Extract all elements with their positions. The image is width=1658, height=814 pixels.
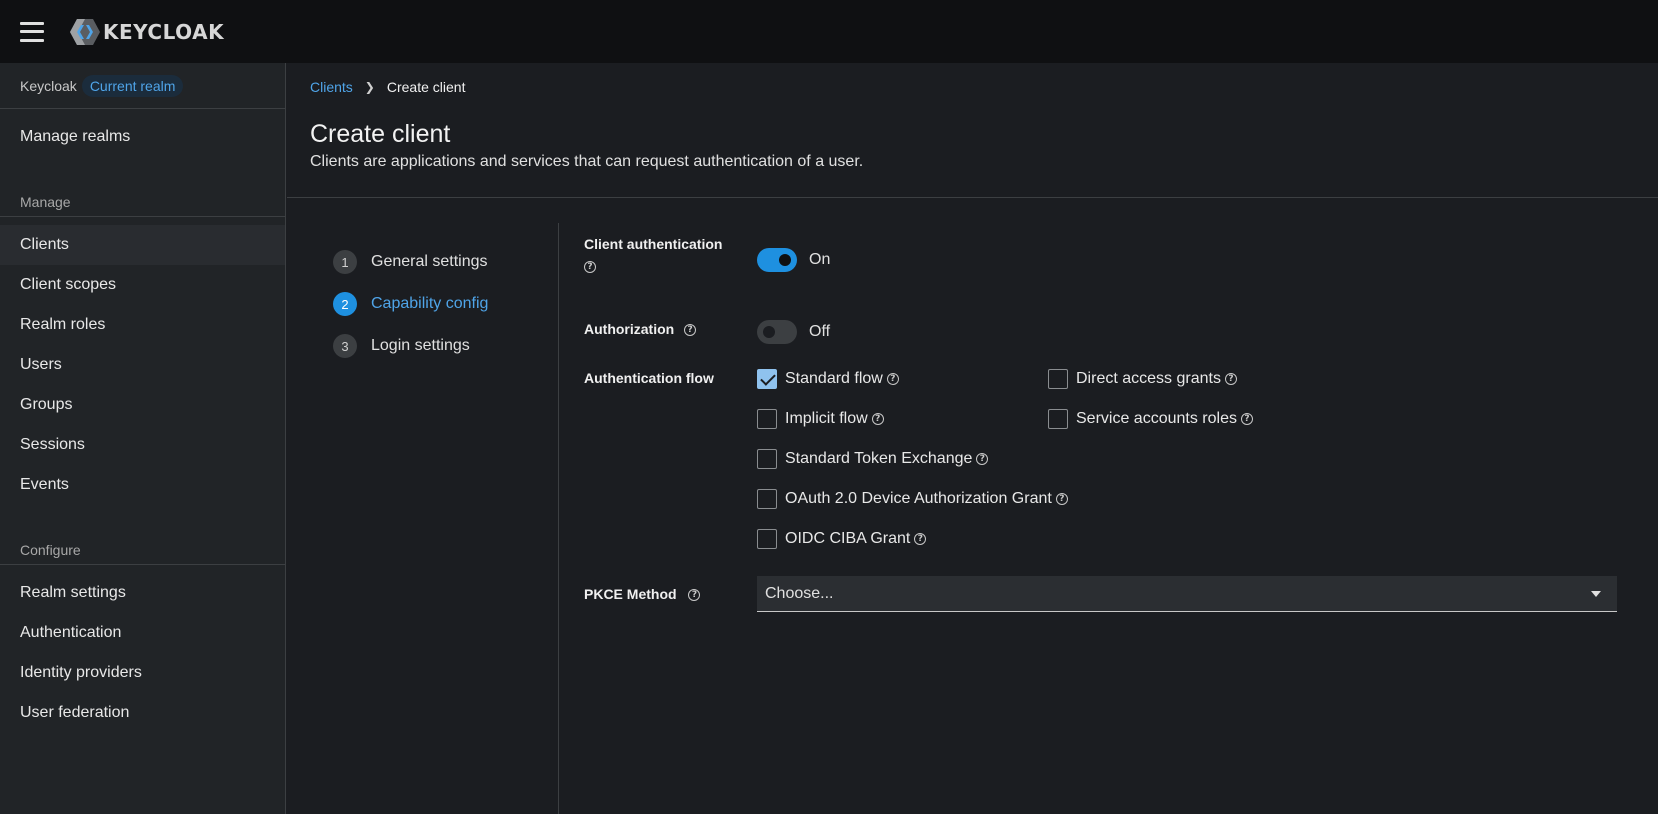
keycloak-logo[interactable]: KEYCLOAK xyxy=(69,18,224,46)
wizard-step-capability-config[interactable]: 2 Capability config xyxy=(333,283,488,325)
caret-down-icon xyxy=(1591,590,1601,597)
help-icon[interactable]: ? xyxy=(914,533,927,545)
main-content: Clients ❯ Create client Create client Cl… xyxy=(287,63,1658,814)
menu-bar xyxy=(20,30,44,33)
oidc-ciba-grant-checkbox[interactable] xyxy=(757,529,777,549)
help-icon[interactable]: ? xyxy=(684,324,697,337)
implicit-flow-label: Implicit flow xyxy=(785,410,868,427)
step-number: 1 xyxy=(333,250,357,274)
service-accounts-roles-option: Service accounts roles ? xyxy=(1048,409,1253,429)
pkce-method-label: PKCE Method ? xyxy=(584,586,701,602)
sidebar-item-client-scopes[interactable]: Client scopes xyxy=(0,265,285,305)
help-icon[interactable]: ? xyxy=(886,373,899,385)
implicit-flow-checkbox[interactable] xyxy=(757,409,777,429)
pkce-method-select[interactable]: Choose... xyxy=(757,576,1617,612)
sidebar-item-user-federation[interactable]: User federation xyxy=(0,693,285,733)
device-authorization-grant-label: OAuth 2.0 Device Authorization Grant xyxy=(785,490,1052,507)
client-authentication-toggle[interactable] xyxy=(757,248,797,272)
help-icon[interactable]: ? xyxy=(1240,413,1253,425)
direct-access-grants-option: Direct access grants ? xyxy=(1048,369,1237,389)
step-number: 3 xyxy=(333,334,357,358)
sidebar-section-configure: Configure xyxy=(0,535,285,565)
help-icon[interactable]: ? xyxy=(1224,373,1237,385)
help-icon[interactable]: ? xyxy=(1055,493,1068,505)
wizard-step-login-settings[interactable]: 3 Login settings xyxy=(333,325,488,367)
oidc-ciba-grant-label: OIDC CIBA Grant xyxy=(785,530,911,547)
authorization-label: Authorization ? xyxy=(584,321,697,337)
sidebar: Keycloak Current realm Manage realms Man… xyxy=(0,63,286,814)
chevron-right-icon: ❯ xyxy=(364,80,375,94)
service-accounts-roles-label: Service accounts roles xyxy=(1076,410,1237,427)
device-authorization-grant-checkbox[interactable] xyxy=(757,489,777,509)
standard-flow-option: Standard flow ? xyxy=(757,369,899,389)
menu-bar xyxy=(20,38,44,42)
step-number: 2 xyxy=(333,292,357,316)
standard-token-exchange-option: Standard Token Exchange ? xyxy=(757,449,989,469)
sidebar-item-realm-roles[interactable]: Realm roles xyxy=(0,305,285,345)
sidebar-item-identity-providers[interactable]: Identity providers xyxy=(0,653,285,693)
menu-bar xyxy=(20,21,44,25)
breadcrumb-current: Create client xyxy=(386,79,466,95)
current-realm-badge: Current realm xyxy=(81,74,184,97)
standard-token-exchange-checkbox[interactable] xyxy=(757,449,777,469)
service-accounts-roles-checkbox[interactable] xyxy=(1048,409,1068,429)
client-authentication-label: Client authentication ? xyxy=(584,236,722,274)
device-authorization-grant-option: OAuth 2.0 Device Authorization Grant ? xyxy=(757,489,1068,509)
toggle-knob xyxy=(779,254,791,266)
pkce-method-value: Choose... xyxy=(765,584,834,602)
help-icon[interactable]: ? xyxy=(976,453,989,465)
sidebar-item-manage-realms[interactable]: Manage realms xyxy=(0,117,285,157)
sidebar-item-clients[interactable]: Clients xyxy=(0,225,285,265)
realm-indicator: Keycloak Current realm xyxy=(0,63,285,109)
logo-text: KEYCLOAK xyxy=(103,19,225,44)
sidebar-item-realm-settings[interactable]: Realm settings xyxy=(0,573,285,613)
help-icon[interactable]: ? xyxy=(871,413,884,425)
header-divider xyxy=(287,197,1658,198)
realm-name: Keycloak xyxy=(20,77,77,94)
authentication-flow-label: Authentication flow xyxy=(584,370,714,386)
client-authentication-label-text: Client authentication xyxy=(584,236,723,252)
keycloak-logo-icon xyxy=(70,18,100,45)
toggle-knob xyxy=(763,326,775,338)
authorization-state: Off xyxy=(809,323,831,340)
client-authentication-state: On xyxy=(809,251,831,268)
help-icon[interactable]: ? xyxy=(688,589,701,602)
masthead: KEYCLOAK xyxy=(0,0,1658,63)
help-icon[interactable]: ? xyxy=(584,261,596,274)
step-label: Login settings xyxy=(371,337,470,354)
direct-access-grants-checkbox[interactable] xyxy=(1048,369,1068,389)
oidc-ciba-grant-option: OIDC CIBA Grant ? xyxy=(757,529,927,549)
menu-toggle-button[interactable] xyxy=(20,21,44,42)
implicit-flow-option: Implicit flow ? xyxy=(757,409,884,429)
sidebar-item-groups[interactable]: Groups xyxy=(0,385,285,425)
standard-token-exchange-label: Standard Token Exchange xyxy=(785,450,973,467)
authorization-label-text: Authorization xyxy=(584,321,675,337)
standard-flow-label: Standard flow xyxy=(785,370,883,387)
page-title: Create client xyxy=(310,120,451,148)
sidebar-item-authentication[interactable]: Authentication xyxy=(0,613,285,653)
wizard-divider xyxy=(558,223,559,814)
page-description: Clients are applications and services th… xyxy=(310,153,864,170)
sidebar-item-sessions[interactable]: Sessions xyxy=(0,425,285,465)
breadcrumb: Clients ❯ Create client xyxy=(310,79,465,95)
sidebar-item-users[interactable]: Users xyxy=(0,345,285,385)
wizard-step-general-settings[interactable]: 1 General settings xyxy=(333,241,488,283)
step-label: General settings xyxy=(371,253,488,270)
breadcrumb-clients-link[interactable]: Clients xyxy=(310,79,353,95)
step-label: Capability config xyxy=(371,295,489,312)
sidebar-item-events[interactable]: Events xyxy=(0,465,285,505)
authorization-toggle[interactable] xyxy=(757,320,797,344)
wizard-steps: 1 General settings 2 Capability config 3… xyxy=(333,241,488,367)
direct-access-grants-label: Direct access grants xyxy=(1076,370,1221,387)
standard-flow-checkbox[interactable] xyxy=(757,369,777,389)
pkce-method-label-text: PKCE Method xyxy=(584,586,677,602)
sidebar-section-manage: Manage xyxy=(0,187,285,217)
